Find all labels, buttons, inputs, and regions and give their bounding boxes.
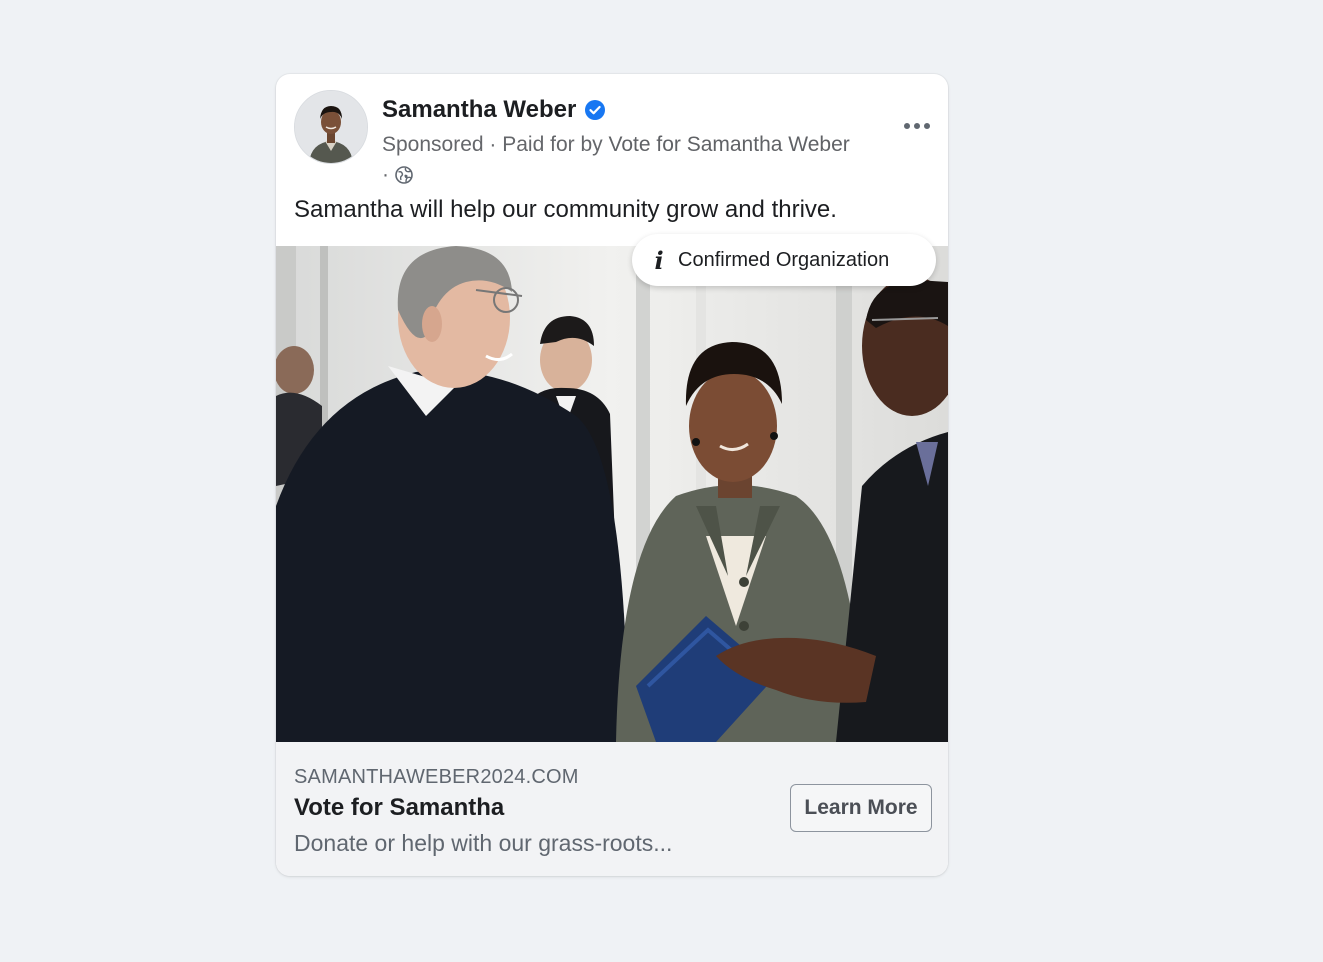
author-name-row: Samantha Weber bbox=[382, 96, 606, 124]
author-name[interactable]: Samantha Weber bbox=[382, 96, 576, 124]
confirmed-organization-label: Confirmed Organization bbox=[678, 248, 890, 271]
verified-badge-icon bbox=[584, 99, 606, 121]
post-caption: Samantha will help our community grow an… bbox=[294, 196, 837, 223]
post-image[interactable] bbox=[276, 246, 948, 742]
link-description: Donate or help with our grass-roots... bbox=[294, 830, 673, 856]
learn-more-button[interactable]: Learn More bbox=[790, 784, 932, 832]
author-avatar[interactable] bbox=[294, 90, 368, 164]
post-photo-illustration bbox=[276, 246, 948, 742]
meta-separator: · bbox=[483, 133, 503, 156]
globe-icon[interactable] bbox=[395, 163, 413, 184]
more-dot bbox=[914, 123, 920, 129]
more-options-icon[interactable] bbox=[900, 114, 934, 138]
more-dot bbox=[904, 123, 910, 129]
post-meta: Sponsored · Paid for by Vote for Samanth… bbox=[382, 130, 862, 190]
link-domain: SAMANTHAWEBER2024.COM bbox=[294, 766, 579, 788]
link-preview[interactable]: SAMANTHAWEBER2024.COM Vote for Samantha … bbox=[276, 742, 948, 876]
sponsored-post-card: Samantha Weber Sponsored · Paid for by V… bbox=[276, 74, 948, 876]
link-headline: Vote for Samantha bbox=[294, 794, 505, 821]
paid-for-by-name[interactable]: Vote for Samantha Weber bbox=[608, 133, 849, 156]
more-dot bbox=[924, 123, 930, 129]
meta-separator-2: · bbox=[382, 163, 395, 186]
info-icon: i bbox=[654, 245, 664, 275]
confirmed-organization-badge[interactable]: i Confirmed Organization bbox=[632, 234, 936, 286]
sponsored-label[interactable]: Sponsored bbox=[382, 133, 484, 156]
paid-for-prefix: Paid for by bbox=[502, 133, 609, 156]
